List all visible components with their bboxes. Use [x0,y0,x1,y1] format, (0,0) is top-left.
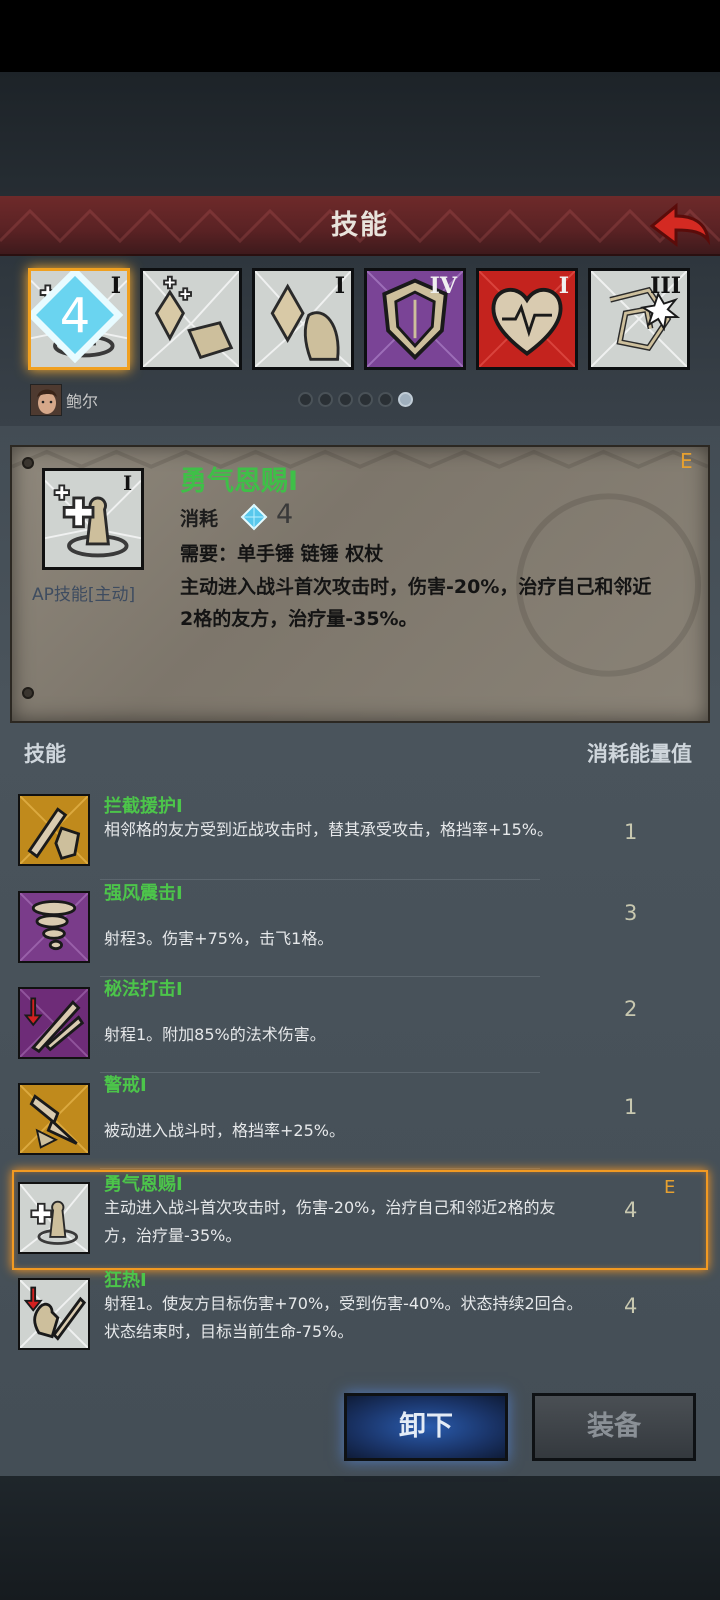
skill-row-name: 狂热I [104,1270,147,1291]
row-divider [100,1168,540,1169]
page-dot-active[interactable] [398,392,413,407]
skill-detail-card: I AP技能[主动] 勇气恩赐I E 消耗 4 需要：单手锤 链锤 权杖 主动进… [10,445,710,723]
courage-grace-icon: I [45,471,141,567]
weapon-requirement: 需要：单手锤 链锤 权杖 [180,543,384,565]
skill-type-label: AP技能[主动] [32,585,136,605]
hero-portrait-icon [31,385,61,415]
intercept-icon [18,794,90,866]
page-dot[interactable] [318,392,333,407]
page-dot[interactable] [358,392,373,407]
tornado-icon [18,891,90,963]
energy-gem-icon [240,503,268,531]
skill-row-cost: 1 [624,1095,638,1119]
skill-name: 勇气恩赐I [180,466,299,497]
skill-row-cost: 2 [624,997,638,1021]
column-cost: 消耗能量值 [587,742,692,766]
skill-slot-5[interactable]: I [476,268,578,370]
column-skill: 技能 [24,742,66,766]
skill-row-intercept[interactable]: 拦截援护I 相邻格的友方受到近战攻击时，替其承受攻击，格挡率+15%。 1 [0,784,720,880]
arcane-strike-icon [18,987,90,1059]
skill-rank: III [650,273,681,299]
page-dot[interactable] [298,392,313,407]
rivet [22,457,34,469]
skill-list-header: 技能 消耗能量值 [0,730,720,774]
crystal-skill-icon [143,271,239,367]
rivet [22,687,34,699]
frenzy-icon [18,1278,90,1350]
skill-row-desc: 被动进入战斗时，格挡率+25%。 [104,1121,345,1140]
hero-name: 鲍尔 [66,392,99,411]
page-title: 技能 [331,210,389,241]
skill-slot-3[interactable]: I [252,268,354,370]
skill-slot-1[interactable]: I 4 [28,268,130,370]
skill-rank: I [334,273,345,299]
slot-badge-text: 4 [60,288,91,344]
skill-row-desc: 相邻格的友方受到近战攻击时，替其承受攻击，格挡率+15%。 [104,820,553,839]
courage-grace-icon [18,1182,90,1254]
skill-row-desc: 射程3。伤害+75%，击飞1格。 [104,929,334,948]
detail-skill-icon: I [42,468,144,570]
skill-row-cost: 4 [624,1198,638,1222]
skill-row-frenzy[interactable]: 狂热I 射程1。使友方目标伤害+70%，受到伤害-40%。状态持续2回合。状态结… [0,1270,720,1366]
skill-slot-4[interactable]: IV [364,268,466,370]
equipped-mark: E [680,449,693,473]
svg-text:I: I [123,472,132,495]
skill-row-vigilance[interactable]: 警戒I 被动进入战斗时，格挡率+25%。 1 [0,1073,720,1169]
skill-row-arcane-strike[interactable]: 秘法打击I 射程1。附加85%的法术伤害。 2 [0,977,720,1073]
status-bar [0,0,720,72]
back-arrow-icon [649,202,711,247]
skill-row-name: 强风震击I [104,883,183,904]
skill-description: 主动进入战斗首次攻击时，伤害-20%，治疗自己和邻近2格的友方，治疗量-35%。 [180,576,652,630]
skill-row-desc: 射程1。附加85%的法术伤害。 [104,1025,326,1044]
skill-slot-6[interactable]: III [588,268,690,370]
skill-row-desc: 主动进入战斗首次攻击时，伤害-20%，治疗自己和邻近2格的友方，治疗量-35%。 [104,1198,556,1245]
back-button[interactable] [648,200,712,252]
skill-row-name: 拦截援护I [104,796,183,817]
background-upper [0,72,720,196]
skill-row-cost: 4 [624,1294,638,1318]
skill-rank: IV [429,273,457,299]
page-dot[interactable] [338,392,353,407]
cost-value: 4 [276,499,294,530]
skill-row-cost: 3 [624,901,638,925]
skill-row-desc: 射程1。使友方目标伤害+70%，受到伤害-40%。状态持续2回合。状态结束时，目… [104,1294,583,1341]
skill-slot-2[interactable] [140,268,242,370]
skill-row-tornado[interactable]: 强风震击I 射程3。伤害+75%，击飞1格。 3 [0,881,720,977]
page-dot[interactable] [378,392,393,407]
vigilance-icon [18,1083,90,1155]
avatar[interactable] [30,384,62,416]
unequip-button[interactable]: 卸下 [344,1393,508,1461]
cost-label: 消耗 [180,508,219,530]
skill-row-name: 秘法打击I [104,979,183,1000]
skill-rank: I [558,273,569,299]
background-lower [0,1476,720,1600]
energy-gem-icon: 4 [31,271,123,363]
equip-button[interactable]: 装备 [532,1393,696,1461]
skill-row-cost: 1 [624,820,638,844]
skill-row-name: 警戒I [104,1075,147,1096]
header-bar: 技能 [0,196,720,256]
skill-row-courage-grace[interactable]: 勇气恩赐I 主动进入战斗首次攻击时，伤害-20%，治疗自己和邻近2格的友方，治疗… [0,1170,720,1266]
skill-row-name: 勇气恩赐I [104,1174,183,1195]
